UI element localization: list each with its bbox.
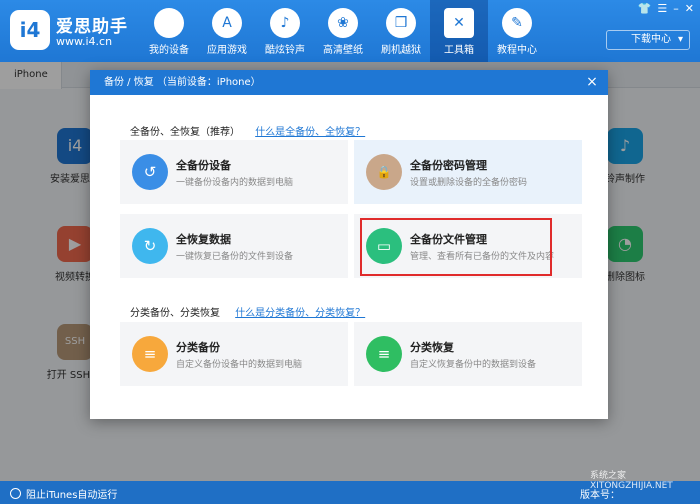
brand-name: 爱思助手 [56,17,128,37]
graduation-icon: ✎ [502,8,532,38]
block-itunes-toggle[interactable]: 阻止iTunes自动运行 [10,486,117,501]
dropbox-icon: ❒ [386,8,416,38]
card-full-restore[interactable]: ↻ 全恢复数据 一键恢复已备份的文件到设备 [120,214,348,278]
card-category-backup[interactable]: ≡ 分类备份 自定义备份设备中的数据到电脑 [120,322,348,386]
nav-toolbox[interactable]: ✕ 工具箱 [430,0,488,62]
restore-icon: ↻ [132,228,168,264]
card-desc: 一键恢复已备份的文件到设备 [176,252,294,262]
card-desc: 自定义恢复备份中的数据到设备 [410,360,537,370]
highlight-frame [360,218,552,276]
section-full-backup: 全备份、全恢复（推荐） 什么是全备份、全恢复？ [130,123,365,138]
flower-icon: ❀ [328,8,358,38]
minimize-icon[interactable]: – [673,2,679,15]
section-label: 全备份、全恢复（推荐） [130,127,240,138]
category-backup-icon: ≡ [132,336,168,372]
what-is-category-backup-link[interactable]: 什么是分类备份、分类恢复？ [235,308,365,319]
card-desc: 设置或删除设备的全备份密码 [410,178,528,188]
radio-icon [10,488,21,499]
nav-apps-games[interactable]: A 应用游戏 [198,0,256,62]
card-title: 全备份设备 [176,159,231,172]
what-is-full-backup-link[interactable]: 什么是全备份、全恢复？ [255,127,365,138]
card-full-backup[interactable]: ↺ 全备份设备 一键备份设备内的数据到电脑 [120,140,348,204]
i4-logo-icon: i4 [10,10,50,50]
dialog-title: 备份 / 恢复 （当前设备：iPhone） [104,77,261,88]
card-title: 分类备份 [176,341,220,354]
section-label: 分类备份、分类恢复 [130,308,220,319]
block-itunes-label: 阻止iTunes自动运行 [26,490,118,501]
card-desc: 自定义备份设备中的数据到电脑 [176,360,303,370]
nav-label: 刷机越狱 [381,45,421,56]
card-backup-password[interactable]: 🔒 全备份密码管理 设置或删除设备的全备份密码 [354,140,582,204]
bell-icon: ♪ [270,8,300,38]
card-title: 全恢复数据 [176,233,231,246]
close-icon[interactable]: × [584,70,600,95]
nav-wallpapers[interactable]: ❀ 高清壁纸 [314,0,372,62]
lock-icon: 🔒 [366,154,402,190]
download-center-label: 下载中心 [631,34,671,45]
nav-label: 高清壁纸 [323,45,363,56]
backup-icon: ↺ [132,154,168,190]
app-store-icon: A [212,8,242,38]
apple-icon [154,8,184,38]
section-category-backup: 分类备份、分类恢复 什么是分类备份、分类恢复？ [130,304,365,319]
nav-label: 教程中心 [497,45,537,56]
dialog-title-bar: 备份 / 恢复 （当前设备：iPhone） × [90,70,608,95]
download-center-button[interactable]: 下载中心 ▾ [606,30,690,50]
main-nav: 我的设备 A 应用游戏 ♪ 酷炫铃声 ❀ 高清壁纸 ❒ 刷机越狱 ✕ 工具箱 ✎… [140,0,546,62]
card-title: 全备份密码管理 [410,159,487,172]
window-controls: 👕 ☰ – ✕ [638,2,694,15]
nav-label: 应用游戏 [207,45,247,56]
top-header: i4 爱思助手 www.i4.cn 我的设备 A 应用游戏 ♪ 酷炫铃声 ❀ 高… [0,0,700,62]
nav-tutorials[interactable]: ✎ 教程中心 [488,0,546,62]
nav-label: 工具箱 [444,45,474,56]
close-icon[interactable]: ✕ [685,2,694,15]
nav-label: 酷炫铃声 [265,45,305,56]
nav-flash-jailbreak[interactable]: ❒ 刷机越狱 [372,0,430,62]
card-title: 分类恢复 [410,341,454,354]
chevron-down-icon: ▾ [677,34,683,45]
tools-icon: ✕ [444,8,474,38]
menu-icon[interactable]: ☰ [657,2,667,15]
nav-my-device[interactable]: 我的设备 [140,0,198,62]
nav-ringtones[interactable]: ♪ 酷炫铃声 [256,0,314,62]
category-restore-icon: ≡ [366,336,402,372]
watermark-text: 系统之家 XITONGZHIJIA.NET [590,471,673,491]
brand-url: www.i4.cn [56,35,113,48]
skin-icon[interactable]: 👕 [638,2,652,15]
nav-label: 我的设备 [149,45,189,56]
card-desc: 一键备份设备内的数据到电脑 [176,178,294,188]
backup-restore-dialog: 备份 / 恢复 （当前设备：iPhone） × 全备份、全恢复（推荐） 什么是全… [90,70,608,419]
card-category-restore[interactable]: ≡ 分类恢复 自定义恢复备份中的数据到设备 [354,322,582,386]
